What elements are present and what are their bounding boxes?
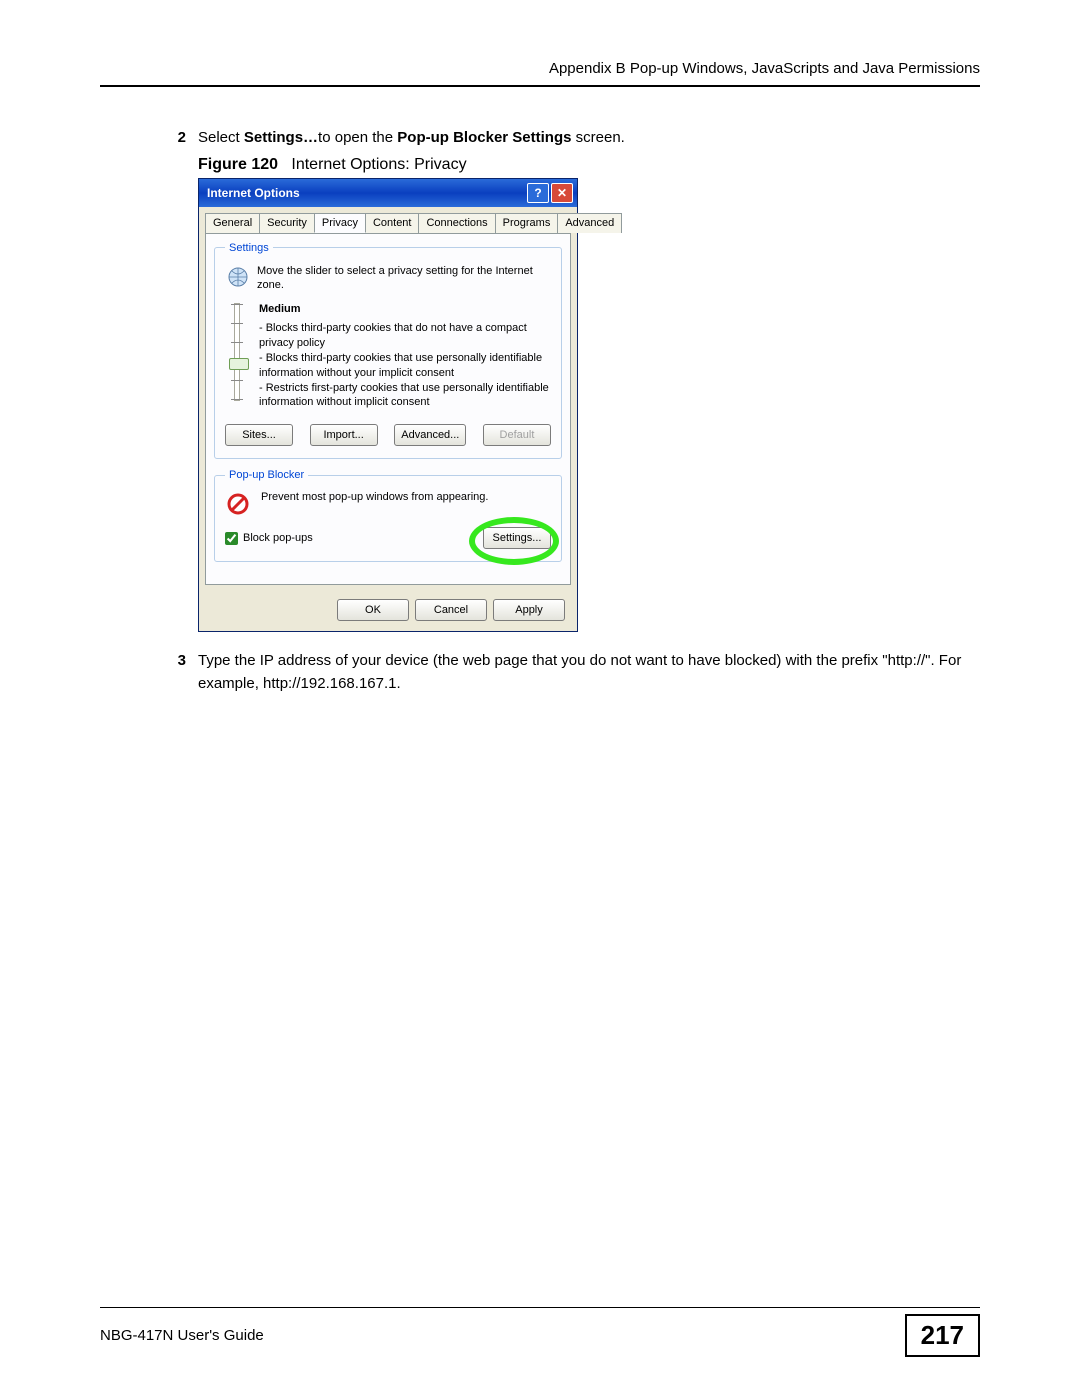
tab-general[interactable]: General [205, 213, 260, 233]
tab-content[interactable]: Content [365, 213, 420, 233]
slider-thumb[interactable] [229, 358, 249, 370]
step2-mid: to open the [318, 129, 397, 146]
blocked-icon [225, 491, 251, 517]
step-2-text: Select Settings…to open the Pop-up Block… [198, 127, 980, 150]
advanced-button[interactable]: Advanced... [394, 424, 466, 446]
block-popups-label[interactable]: Block pop-ups [225, 532, 313, 545]
slider-track[interactable] [234, 303, 240, 401]
block-popups-checkbox[interactable] [225, 532, 238, 545]
cancel-button[interactable]: Cancel [415, 599, 487, 621]
step-3-text: Type the IP address of your device (the … [198, 650, 980, 695]
step2-bold1: Settings… [244, 129, 318, 146]
titlebar[interactable]: Internet Options ? ✕ [199, 179, 577, 207]
step-3-number: 3 [160, 652, 186, 669]
apply-button[interactable]: Apply [493, 599, 565, 621]
default-button[interactable]: Default [483, 424, 551, 446]
sites-button[interactable]: Sites... [225, 424, 293, 446]
step-3: 3 Type the IP address of your device (th… [160, 650, 980, 695]
figure-label: Figure 120 [198, 156, 278, 173]
figure-title: Internet Options: Privacy [291, 156, 466, 173]
privacy-slider[interactable] [225, 303, 249, 410]
close-icon[interactable]: ✕ [551, 183, 573, 203]
popup-legend: Pop-up Blocker [225, 469, 308, 481]
internet-options-dialog: Internet Options ? ✕ General Security Pr… [198, 178, 578, 633]
tab-programs[interactable]: Programs [495, 213, 559, 233]
page-header: Appendix B Pop-up Windows, JavaScripts a… [100, 60, 980, 87]
tab-strip: General Security Privacy Content Connect… [205, 213, 571, 234]
popup-settings-button[interactable]: Settings... [483, 527, 551, 549]
page-number: 217 [905, 1314, 980, 1357]
step2-bold2: Pop-up Blocker Settings [397, 129, 571, 146]
privacy-bullet-1: - Blocks third-party cookies that do not… [259, 321, 551, 351]
privacy-bullet-2: - Blocks third-party cookies that use pe… [259, 351, 551, 381]
page-footer: NBG-417N User's Guide 217 [100, 1307, 980, 1357]
figure-caption: Figure 120 Internet Options: Privacy [198, 156, 980, 174]
step-2: 2 Select Settings…to open the Pop-up Blo… [160, 127, 980, 150]
ok-button[interactable]: OK [337, 599, 409, 621]
help-icon[interactable]: ? [527, 183, 549, 203]
step2-post: screen. [571, 129, 624, 146]
globe-icon [225, 264, 251, 290]
tab-security[interactable]: Security [259, 213, 315, 233]
tab-connections[interactable]: Connections [418, 213, 495, 233]
settings-intro: Move the slider to select a privacy sett… [257, 264, 551, 294]
tab-advanced[interactable]: Advanced [557, 213, 622, 233]
popup-desc: Prevent most pop-up windows from appeari… [261, 491, 488, 517]
step2-pre: Select [198, 129, 244, 146]
block-popups-text: Block pop-ups [243, 532, 313, 544]
window-title: Internet Options [207, 186, 525, 200]
settings-group: Settings Move the slider to select a pri… [214, 242, 562, 460]
privacy-level: Medium [259, 303, 551, 315]
settings-legend: Settings [225, 242, 273, 254]
tab-privacy[interactable]: Privacy [314, 213, 366, 233]
step-2-number: 2 [160, 129, 186, 146]
footer-guide: NBG-417N User's Guide [100, 1327, 264, 1344]
popup-blocker-group: Pop-up Blocker Prevent most pop-up windo… [214, 469, 562, 562]
import-button[interactable]: Import... [310, 424, 378, 446]
privacy-bullet-3: - Restricts first-party cookies that use… [259, 381, 551, 411]
